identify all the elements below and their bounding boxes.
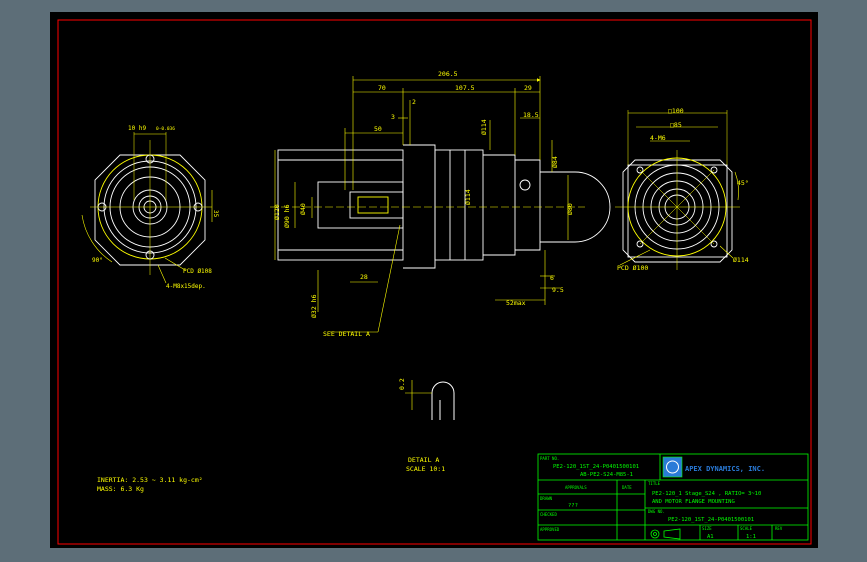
cad-drawing: 10 h9 0-0.036 35 90° PCD Ø108 4-M8x15dep… [57,19,812,545]
key-width-dim: 10 h9 [128,125,146,132]
detail-title: DETAIL A [408,456,439,464]
inertia-note: INERTIA: 2.53 ~ 3.11 kg-cm² [97,476,203,484]
scale-label: SCALE [740,526,753,531]
dim-holes-m6: 4-M6 [650,134,666,142]
date-label: DATE [622,485,632,490]
size-value: A1 [707,534,714,540]
dim-overall: 206.5 [438,70,458,78]
right-view [615,110,740,270]
dim-120: Ø120 [273,204,281,220]
scale-value: 1:1 [746,534,756,540]
key-35-dim: 35 [212,210,219,218]
dim-2: 2 [412,98,416,106]
company-name: APEX DYNAMICS, INC. [685,465,765,473]
dim-29: 29 [524,84,532,92]
part-no-1: PE2-120_1ST_24-P0401500101 [553,464,639,470]
dim-50: 50 [374,125,382,133]
holes-m8-dim: 4-M8x15dep. [166,283,206,290]
dim-9-5: 9.5 [552,286,564,294]
rev-label: REV [775,526,783,531]
title-line-1: PE2-120_1 Stage_S24 , RATIO= 3~10 [652,491,761,497]
pcd108-dim: PCD Ø108 [183,268,212,275]
dim-angle-45: 45° [737,179,749,187]
detail-a [405,380,455,420]
part-no-2: AB-PE2-S24-M85-1 [580,472,633,478]
notes: INERTIA: 2.53 ~ 3.11 kg-cm² MASS: 6.3 Kg [97,476,203,493]
detail-02: 0.2 [398,378,406,390]
part-no-label: PART NO. [540,456,559,461]
dim-sq100: □100 [668,107,684,115]
dim-107-5: 107.5 [455,84,475,92]
title-label: TITLE [648,481,661,486]
dim-18-5: 18.5 [523,111,539,119]
detail-scale: SCALE 10:1 [406,465,445,473]
approved-label: APPROVED [540,527,560,532]
drawn-value: ??? [568,503,578,509]
dim-114-right: Ø114 [733,256,749,264]
dim-90h6: Ø90 h6 [283,204,291,228]
drawn-label: DRAWN [540,496,553,501]
dim-6: 6 [550,274,554,282]
dwg-no: PE2-120_1ST_24-P0401500101 [668,517,754,523]
dim-80: Ø80 [566,203,574,215]
right-view-labels: □100 □85 4-M6 45° PCD Ø100 Ø114 [617,107,749,272]
title-line-2: AND MOTOR FLANGE MOUNTING [652,499,735,505]
detail-a-labels: 0.2 DETAIL A SCALE 10:1 [398,378,445,473]
dim-40: Ø40 [299,203,307,215]
checked-label: CHECKED [540,512,557,517]
mass-note: MASS: 6.3 Kg [97,485,144,493]
dim-pcd100: PCD Ø100 [617,264,648,272]
key-tol-dim: 0-0.036 [156,126,175,132]
dim-70: 70 [378,84,386,92]
title-block-text: PART NO. PE2-120_1ST_24-P0401500101 AB-P… [540,456,783,540]
dim-3: 3 [391,113,395,121]
dim-52max: 52max [506,299,526,307]
dim-114-inner: Ø114 [464,189,472,205]
size-label: SIZE [702,526,712,531]
angle-90-dim: 90° [92,257,103,264]
company-logo [662,456,683,478]
dim-28: 28 [360,273,368,281]
dim-114: Ø114 [480,119,488,135]
dim-84: Ø84 [551,156,559,168]
dim-32h6: Ø32 h6 [310,294,318,318]
approvals-label: APPROVALS [565,485,587,490]
see-detail-a: SEE DETAIL A [323,330,370,338]
projection-symbol [650,528,681,540]
dwg-no-label: DWG NO. [648,509,665,514]
dim-sq85: □85 [670,121,682,129]
